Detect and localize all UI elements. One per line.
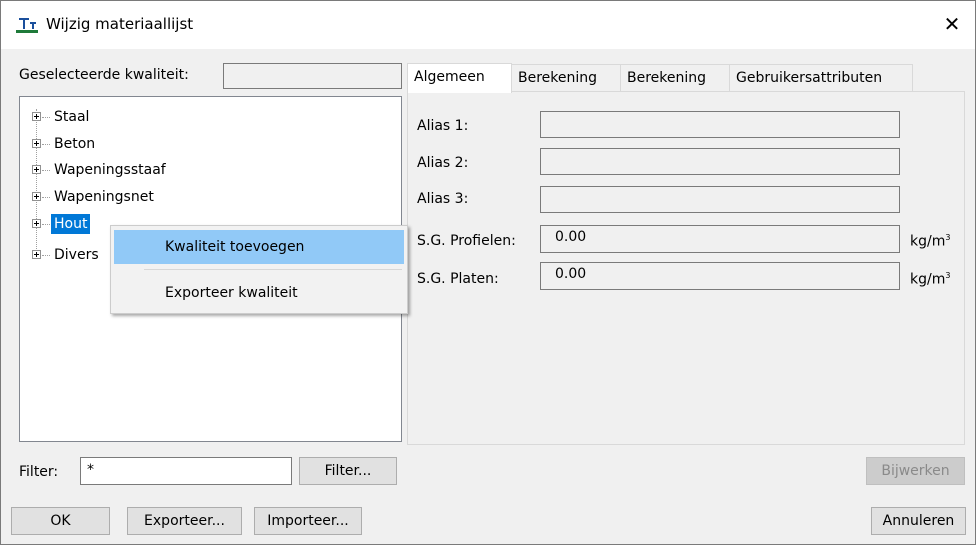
alias1-field[interactable]: [540, 111, 900, 138]
app-icon: [16, 18, 38, 33]
context-menu: Kwaliteit toevoegen Exporteer kwaliteit: [110, 225, 408, 314]
bijwerken-button[interactable]: Bijwerken: [866, 457, 965, 485]
filter-label: Filter:: [19, 464, 59, 480]
expand-icon[interactable]: [32, 219, 41, 228]
title-bar: Wijzig materiaallijst ✕: [1, 1, 975, 49]
selected-quality-field: [223, 63, 402, 89]
sg-platen-label: S.G. Platen:: [417, 271, 499, 287]
menu-item-add-quality[interactable]: Kwaliteit toevoegen: [114, 230, 404, 264]
selected-quality-label: Geselecteerde kwaliteit:: [19, 67, 189, 83]
expand-icon[interactable]: [32, 139, 41, 148]
tree-item-label: Divers: [54, 247, 99, 263]
tree-item-label: Wapeningsnet: [54, 189, 154, 205]
alias3-label: Alias 3:: [417, 191, 469, 207]
tree-item-staal[interactable]: Staal: [20, 107, 220, 127]
filter-button[interactable]: Filter...: [299, 457, 397, 485]
sg-platen-unit: kg/m3: [910, 271, 951, 288]
alias2-label: Alias 2:: [417, 155, 469, 171]
close-icon[interactable]: ✕: [929, 1, 975, 49]
expand-icon[interactable]: [32, 165, 41, 174]
cancel-button[interactable]: Annuleren: [871, 507, 966, 535]
expand-icon[interactable]: [32, 250, 41, 259]
tree-item-label: Wapeningsstaaf: [54, 162, 166, 178]
expand-icon[interactable]: [32, 192, 41, 201]
tree-item-label: Staal: [54, 109, 90, 125]
menu-item-export-quality[interactable]: Exporteer kwaliteit: [114, 276, 404, 310]
export-button[interactable]: Exporteer...: [127, 507, 242, 535]
tab-berekening-2[interactable]: Berekening: [620, 64, 730, 92]
filter-input[interactable]: *: [80, 457, 292, 485]
tree-item-wapeningsstaaf[interactable]: Wapeningsstaaf: [20, 160, 220, 180]
import-button[interactable]: Importeer...: [254, 507, 362, 535]
sg-profielen-label: S.G. Profielen:: [417, 233, 516, 249]
sg-platen-field[interactable]: 0.00: [540, 262, 900, 290]
tree-connector: [36, 109, 37, 259]
sg-profielen-field[interactable]: 0.00: [540, 225, 900, 253]
tab-algemeen[interactable]: Algemeen: [407, 63, 512, 93]
window-title: Wijzig materiaallijst: [46, 15, 194, 33]
expand-icon[interactable]: [32, 112, 41, 121]
alias3-field[interactable]: [540, 186, 900, 213]
tree-item-label: Beton: [54, 136, 96, 152]
tree-item-wapeningsnet[interactable]: Wapeningsnet: [20, 187, 220, 207]
tab-gebruikersattributen[interactable]: Gebruikersattributen: [729, 64, 913, 92]
dialog-window: Wijzig materiaallijst ✕ Geselecteerde kw…: [0, 0, 976, 545]
tree-item-beton[interactable]: Beton: [20, 134, 220, 154]
tree-item-label: Hout: [51, 214, 91, 234]
sg-profielen-unit: kg/m3: [910, 233, 951, 250]
alias1-label: Alias 1:: [417, 118, 469, 134]
tab-berekening-1[interactable]: Berekening: [511, 64, 621, 92]
menu-separator: [144, 269, 402, 270]
alias2-field[interactable]: [540, 148, 900, 175]
ok-button[interactable]: OK: [11, 507, 110, 535]
